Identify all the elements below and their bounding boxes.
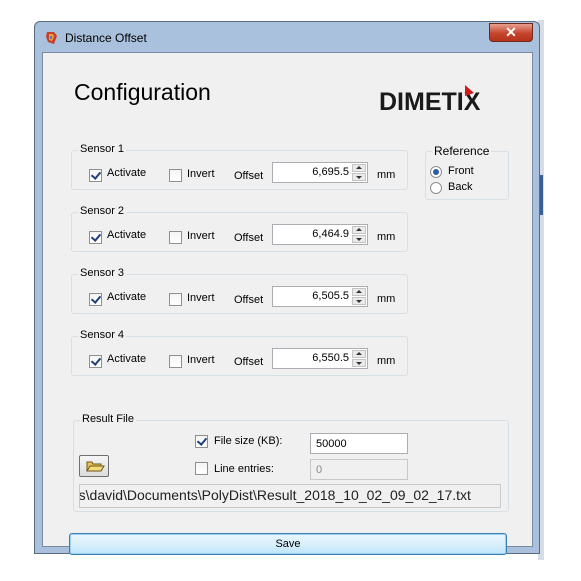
reference-group: Reference Front Back <box>425 144 509 200</box>
close-icon: ✕ <box>505 24 517 40</box>
decrement-arrow-icon[interactable] <box>352 173 366 181</box>
result-file-group: Result File File size (KB): Line entries… <box>73 413 509 512</box>
invert-checkbox[interactable] <box>169 355 182 368</box>
activate-label[interactable]: Activate <box>107 167 146 179</box>
spin-buttons <box>352 288 366 305</box>
spin-buttons <box>352 350 366 367</box>
activate-checkbox[interactable] <box>89 355 102 368</box>
decrement-arrow-icon[interactable] <box>352 235 366 243</box>
app-icon <box>46 32 57 44</box>
offset-spinbox[interactable]: 6,464.9 <box>272 224 368 245</box>
sensor-group-label: Sensor 2 <box>78 205 127 217</box>
activate-checkbox[interactable] <box>89 293 102 306</box>
increment-arrow-icon[interactable] <box>352 350 366 358</box>
invert-label[interactable]: Invert <box>187 354 215 366</box>
activate-label[interactable]: Activate <box>107 353 146 365</box>
invert-checkbox[interactable] <box>169 169 182 182</box>
file-size-label[interactable]: File size (KB): <box>214 435 282 447</box>
activate-checkbox[interactable] <box>89 169 102 182</box>
title-bar[interactable]: Distance Offset ✕ <box>35 22 539 52</box>
file-size-input[interactable] <box>310 433 408 454</box>
unit-label: mm <box>377 355 396 367</box>
dialog-client-area: Configuration DIMETIX Sensor 1 Activate In… <box>42 52 533 555</box>
unit-label: mm <box>377 293 396 305</box>
decrement-arrow-icon[interactable] <box>352 359 366 367</box>
file-size-checkbox[interactable] <box>195 435 208 448</box>
increment-arrow-icon[interactable] <box>352 164 366 172</box>
activate-checkbox[interactable] <box>89 231 102 244</box>
offset-spinbox[interactable]: 6,695.5 <box>272 162 368 183</box>
offset-label: Offset <box>234 232 264 244</box>
increment-arrow-icon[interactable] <box>352 288 366 296</box>
activate-label[interactable]: Activate <box>107 291 146 303</box>
offset-value[interactable]: 6,464.9 <box>312 228 349 240</box>
unit-label: mm <box>377 231 396 243</box>
line-entries-label[interactable]: Line entries: <box>214 463 274 475</box>
dimetix-logo: DIMETIX <box>379 85 481 113</box>
dialog-window: Distance Offset ✕ Configuration DIMETIX … <box>34 21 540 555</box>
offset-value[interactable]: 6,505.5 <box>312 290 349 302</box>
offset-label: Offset <box>234 170 264 182</box>
sensor-3-group: Sensor 3 Activate Invert Offset 6,505.5 mm <box>71 267 408 314</box>
sensor-group-label: Sensor 1 <box>78 143 127 155</box>
save-button[interactable]: Save <box>69 533 507 555</box>
line-entries-checkbox[interactable] <box>195 462 208 475</box>
window-title: Distance Offset <box>65 31 147 45</box>
close-button[interactable]: ✕ <box>489 23 533 42</box>
offset-label: Offset <box>234 294 264 306</box>
browse-folder-button[interactable] <box>79 455 109 477</box>
spin-buttons <box>352 164 366 181</box>
invert-label[interactable]: Invert <box>187 230 215 242</box>
reference-back-radio[interactable] <box>430 182 442 194</box>
unit-label: mm <box>377 169 396 181</box>
reference-front-radio[interactable] <box>430 166 442 178</box>
folder-open-icon <box>86 461 105 472</box>
reference-group-label: Reference <box>432 144 492 158</box>
spin-buttons <box>352 226 366 243</box>
line-entries-input <box>310 459 408 480</box>
result-file-path-text: rs\david\Documents\PolyDist\Result_2018_… <box>79 487 471 503</box>
page-title: Configuration <box>74 79 211 105</box>
activate-label[interactable]: Activate <box>107 229 146 241</box>
sensor-group-label: Sensor 3 <box>78 267 127 279</box>
invert-checkbox[interactable] <box>169 293 182 306</box>
invert-label[interactable]: Invert <box>187 168 215 180</box>
offset-spinbox[interactable]: 6,505.5 <box>272 286 368 307</box>
offset-spinbox[interactable]: 6,550.5 <box>272 348 368 369</box>
reference-back-label[interactable]: Back <box>448 181 472 193</box>
sensor-1-group: Sensor 1 Activate Invert Offset 6,695.5 mm <box>71 143 408 190</box>
decrement-arrow-icon[interactable] <box>352 297 366 305</box>
invert-label[interactable]: Invert <box>187 292 215 304</box>
result-file-path[interactable]: rs\david\Documents\PolyDist\Result_2018_… <box>79 484 501 508</box>
sensor-group-label: Sensor 4 <box>78 329 127 341</box>
invert-checkbox[interactable] <box>169 231 182 244</box>
reference-front-label[interactable]: Front <box>448 165 474 177</box>
increment-arrow-icon[interactable] <box>352 226 366 234</box>
sensor-4-group: Sensor 4 Activate Invert Offset 6,550.5 mm <box>71 329 408 376</box>
offset-value[interactable]: 6,550.5 <box>312 352 349 364</box>
offset-value[interactable]: 6,695.5 <box>312 166 349 178</box>
offset-label: Offset <box>234 356 264 368</box>
sensor-2-group: Sensor 2 Activate Invert Offset 6,464.9 mm <box>71 205 408 252</box>
result-file-group-label: Result File <box>80 413 136 425</box>
